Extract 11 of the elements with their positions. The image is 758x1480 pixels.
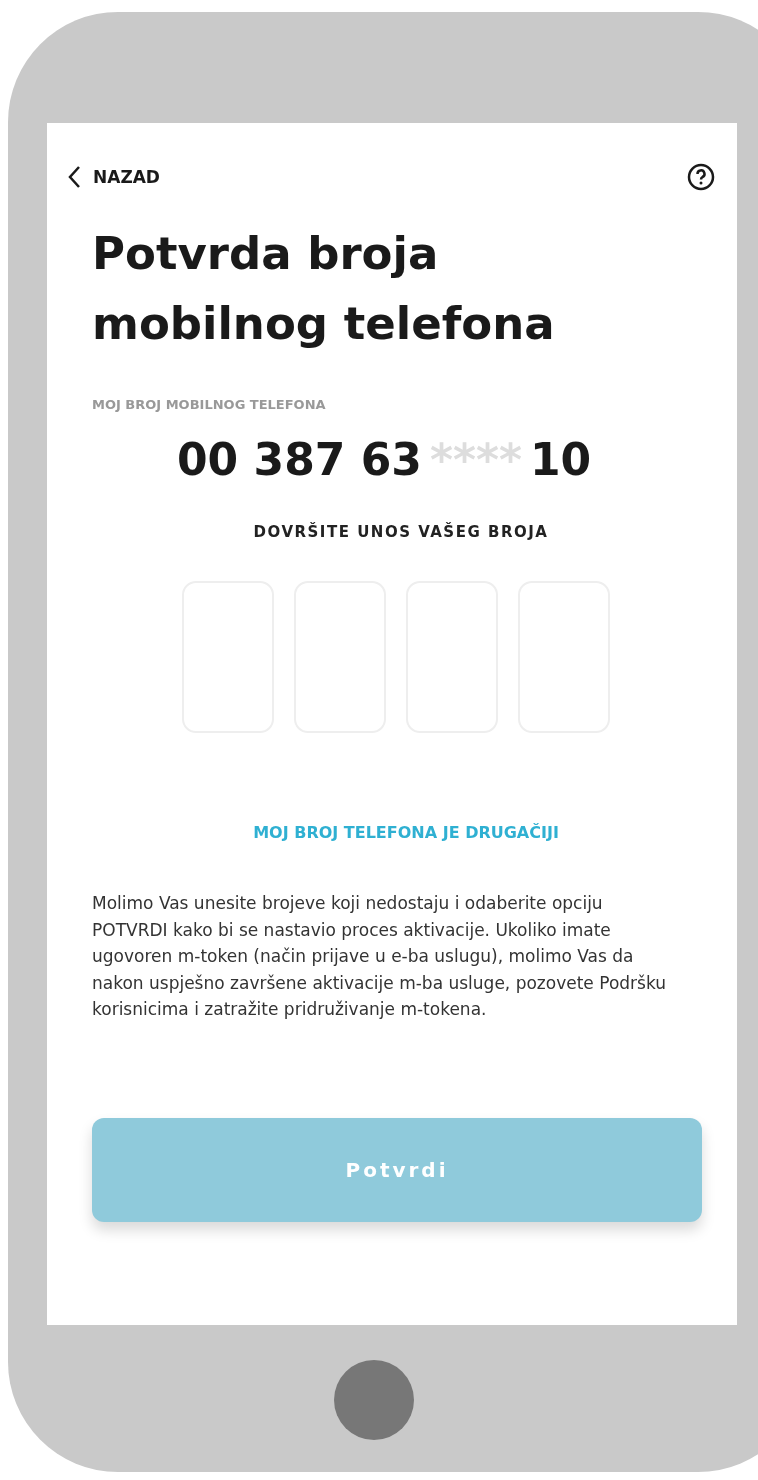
info-text: Molimo Vas unesite brojeve koji nedostaju i odaberite opciju POTVRDI kako bi se nastavio proces aktivacije. Ukoliko imate ugovoren m-token (način prijave u e-ba uslugu), molimo Vas da nakon uspješno završene aktivacije m-ba usluge, pozovete Podršku korisnicima i zatražite pridruživanje m-tokena.: [92, 892, 667, 1021]
page-title: Potvrda broja mobilnog telefona: [92, 226, 556, 352]
entry-label: DOVRŠITE UNOS VAŠEG BROJA: [252, 523, 550, 541]
phone-label: MOJ BROJ MOBILNOG TELEFONA: [92, 397, 327, 412]
back-button[interactable]: NAZAD: [67, 165, 160, 189]
different-number-link[interactable]: MOJ BROJ TELEFONA JE DRUGAČIJI: [223, 823, 559, 842]
masked-digits: ****: [429, 434, 522, 485]
phone-prefix: 00 387 63: [177, 434, 422, 485]
help-icon[interactable]: [687, 163, 715, 191]
chevron-left-icon: [67, 165, 81, 189]
phone-suffix: 10: [530, 434, 592, 485]
